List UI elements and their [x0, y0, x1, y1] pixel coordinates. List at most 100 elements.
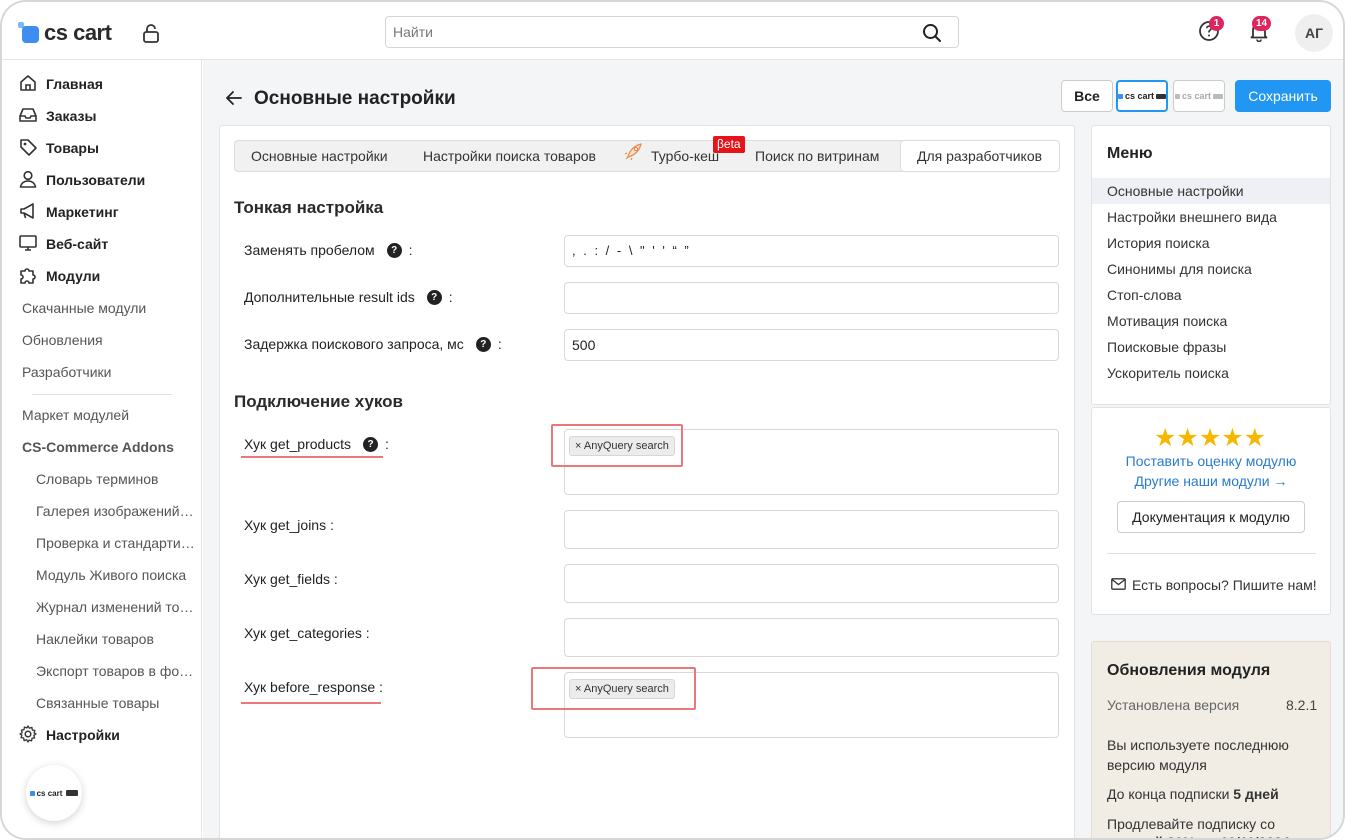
- nav-users[interactable]: Пользователи: [18, 166, 145, 194]
- search-box[interactable]: [385, 16, 959, 48]
- result-ids-label: Дополнительные result ids?:: [244, 289, 453, 305]
- nav-addon-item[interactable]: Галерея изображений д...: [36, 499, 196, 523]
- side-menu-item[interactable]: Мотивация поиска: [1092, 308, 1330, 334]
- nav-addon-item[interactable]: Связанные товары: [36, 691, 196, 715]
- nav-addon-item[interactable]: Проверка и стандартиз...: [36, 531, 196, 555]
- side-menu-item[interactable]: Ускоритель поиска: [1092, 360, 1330, 386]
- nav-website[interactable]: Веб-сайт: [18, 230, 108, 258]
- nav-addon-item[interactable]: Наклейки товаров: [36, 627, 196, 651]
- storefront-switcher-1[interactable]: cs cart: [1116, 80, 1168, 112]
- gear-icon: [18, 724, 38, 747]
- tab-storefront-search[interactable]: Поиск по витринам: [755, 141, 879, 171]
- nav-market[interactable]: Маркет модулей: [22, 403, 129, 427]
- subscription-days: 5 дней: [1233, 786, 1279, 802]
- storefront-switcher-2[interactable]: cs cart: [1173, 80, 1225, 112]
- replace-with-space-input[interactable]: , . : / - \ " ' ' “ ”: [564, 235, 1059, 267]
- hook-get-joins-select[interactable]: [564, 510, 1059, 549]
- side-menu-item[interactable]: Поисковые фразы: [1092, 334, 1330, 360]
- nav-downloaded-modules[interactable]: Скачанные модули: [22, 296, 146, 320]
- notification-badge: 14: [1252, 16, 1272, 31]
- latest-version-note: Вы используете последнюю версию модуля: [1107, 737, 1289, 773]
- nav-modules[interactable]: Модули: [18, 262, 100, 290]
- top-bar: cs cart 1 14 АГ: [2, 2, 1343, 60]
- hook-get-fields-label: Хук get_fields :: [244, 571, 338, 587]
- highlight-box: [551, 424, 683, 467]
- puzzle-icon: [18, 265, 38, 288]
- help-icon[interactable]: ?: [386, 242, 402, 258]
- search-input[interactable]: [386, 17, 906, 47]
- logo[interactable]: cs cart: [18, 20, 112, 46]
- card-divider: [1107, 553, 1316, 554]
- nav-settings[interactable]: Настройки: [18, 721, 120, 749]
- logo-icon: [29, 790, 35, 796]
- help-icon[interactable]: ?: [426, 289, 442, 305]
- updates-title: Обновления модуля: [1107, 662, 1271, 679]
- other-modules-link[interactable]: Другие наши модули →: [1092, 473, 1330, 489]
- nav-modules-label: Модули: [46, 268, 101, 284]
- all-storefronts-button[interactable]: Все: [1061, 80, 1113, 112]
- result-ids-input[interactable]: [564, 282, 1059, 314]
- logo-badge: [1156, 93, 1167, 99]
- logo-badge: [66, 790, 79, 796]
- storefront-2-label: cs cart: [1181, 91, 1212, 101]
- tab-turbo-cache[interactable]: Турбо-кеш: [623, 141, 719, 171]
- search-icon[interactable]: [922, 23, 942, 48]
- hook-get-products-label: Хук get_products?:: [244, 436, 389, 452]
- avatar[interactable]: АГ: [1295, 14, 1333, 52]
- nav-products-label: Товары: [46, 140, 99, 156]
- help-icon[interactable]: ?: [363, 436, 378, 452]
- highlight-underline: [241, 702, 381, 704]
- hook-get-categories-select[interactable]: [564, 618, 1059, 657]
- inbox-icon: [18, 105, 38, 128]
- nav-marketing[interactable]: Маркетинг: [18, 198, 119, 226]
- nav-addon-item[interactable]: Журнал изменений тов...: [36, 595, 196, 619]
- beta-badge: βeta: [713, 136, 745, 153]
- rating-stars[interactable]: ★★★★★: [1154, 423, 1266, 453]
- nav-developers[interactable]: Разработчики: [22, 360, 111, 384]
- help-icon[interactable]: ?: [475, 336, 491, 352]
- rocket-icon: [623, 140, 645, 172]
- tab-main-settings[interactable]: Основные настройки: [251, 141, 388, 171]
- tab-turbo-cache-label: Турбо-кеш: [651, 148, 720, 164]
- logo-icon: [1118, 93, 1123, 99]
- logo-text: cs cart: [44, 20, 112, 45]
- nav-products[interactable]: Товары: [18, 134, 99, 162]
- side-menu-item[interactable]: Основные настройки: [1092, 178, 1330, 204]
- nav-orders[interactable]: Заказы: [18, 102, 96, 130]
- nav-home-label: Главная: [46, 76, 103, 92]
- side-menu-item[interactable]: История поиска: [1092, 230, 1330, 256]
- replace-with-space-text: Заменять пробелом: [244, 242, 375, 258]
- nav-addon-item[interactable]: Модуль Живого поиска: [36, 563, 196, 587]
- hook-before-response-label: Хук before_response :: [244, 679, 383, 695]
- nav-home[interactable]: Главная: [18, 70, 103, 98]
- tag-icon: [18, 137, 38, 160]
- nav-addon-item[interactable]: Экспорт товаров в фор...: [36, 659, 196, 683]
- subscription-prefix: До конца подписки: [1107, 786, 1230, 802]
- tab-developers[interactable]: Для разработчиков: [900, 140, 1060, 172]
- documentation-button[interactable]: Документация к модулю: [1117, 501, 1305, 533]
- lock-icon[interactable]: [140, 22, 162, 49]
- hook-get-categories-label: Хук get_categories :: [244, 625, 370, 641]
- nav-updates[interactable]: Обновления: [22, 328, 103, 352]
- hook-get-products-text: Хук get_products: [244, 436, 351, 452]
- rate-module-link[interactable]: Поставить оценку модулю: [1092, 453, 1330, 469]
- nav-addon-item[interactable]: Словарь терминов: [36, 467, 196, 491]
- contact-link[interactable]: Есть вопросы? Пишите нам!: [1111, 577, 1317, 593]
- tab-product-search-settings[interactable]: Настройки поиска товаров: [423, 141, 596, 171]
- nav-addons-group[interactable]: CS-Commerce Addons: [22, 435, 174, 459]
- nav-website-label: Веб-сайт: [46, 236, 109, 252]
- back-arrow-icon[interactable]: [224, 88, 244, 113]
- save-button[interactable]: Сохранить: [1235, 80, 1331, 112]
- cscart-fab-button[interactable]: cs cart: [26, 765, 82, 821]
- user-icon: [18, 169, 38, 192]
- search-delay-input[interactable]: 500: [564, 329, 1059, 361]
- side-menu-item[interactable]: Стоп-слова: [1092, 282, 1330, 308]
- side-menu-item[interactable]: Настройки внешнего вида: [1092, 204, 1330, 230]
- help-badge: 1: [1209, 16, 1224, 31]
- nav-orders-label: Заказы: [46, 108, 97, 124]
- mail-icon: [1111, 577, 1126, 593]
- extend-note: Продлевайте подписку со: [1107, 816, 1276, 832]
- extend-discount: скидкой 30% до 10/11/2024: [1107, 832, 1290, 838]
- hook-get-fields-select[interactable]: [564, 564, 1059, 603]
- side-menu-item[interactable]: Синонимы для поиска: [1092, 256, 1330, 282]
